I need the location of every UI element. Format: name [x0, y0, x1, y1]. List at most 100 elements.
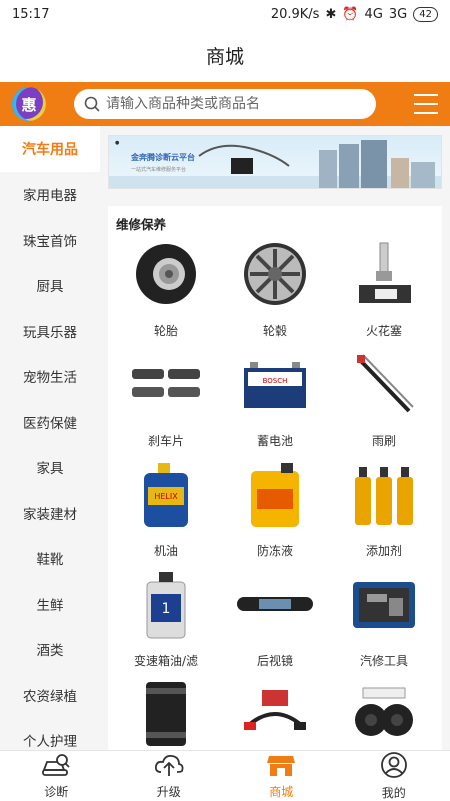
jumper-cable-icon: [235, 676, 315, 750]
search-box[interactable]: [74, 89, 376, 119]
section-title: 维修保养: [116, 214, 166, 233]
product-category-label: 添加剂: [366, 542, 402, 559]
search-bar: 惠: [0, 82, 450, 126]
sidebar-item-label: 个人护理: [23, 730, 77, 750]
product-category-item[interactable]: 添加剂: [330, 456, 438, 566]
tab-cloud-upgrade[interactable]: 升级: [113, 751, 226, 800]
product-category-label: 蓄电池: [257, 432, 293, 449]
additive-icon: [344, 456, 424, 532]
tab-diagnosis[interactable]: 诊断: [0, 751, 113, 800]
horn-icon: [344, 676, 424, 750]
product-category-label: 刹车片: [148, 432, 184, 449]
category-content: ● 金奔腾诊断云平台 一站式汽车维修服务平台 维修保养 轮胎 轮毂 火花塞刹车片 BO…: [100, 126, 450, 750]
sidebar-item-label: 宠物生活: [23, 366, 77, 386]
status-bar: 15:17 20.9K/s ✱ ⏰ 4G 3G 42: [0, 0, 450, 28]
sidebar-item-label: 玩具乐器: [23, 321, 77, 341]
product-category-label: 轮胎: [154, 322, 178, 339]
product-category-item[interactable]: 雨刷: [330, 346, 438, 456]
sidebar-item[interactable]: 汽车用品: [0, 126, 100, 172]
tab-store[interactable]: 商城: [225, 751, 338, 800]
product-category-label: 汽修工具: [360, 652, 408, 669]
sidebar-item[interactable]: 个人护理: [0, 718, 100, 751]
spark-plug-icon: [344, 236, 424, 312]
banner-logo: ●: [115, 140, 119, 146]
status-time: 15:17: [12, 7, 49, 22]
menu-icon[interactable]: [414, 94, 438, 114]
rearview-mirror-icon: [235, 566, 315, 642]
promo-badge-icon[interactable]: 惠: [12, 87, 46, 121]
sidebar-item[interactable]: 医药保健: [0, 399, 100, 445]
sidebar-item-label: 酒类: [37, 639, 64, 659]
tab-profile[interactable]: 我的: [338, 751, 450, 800]
tab-label: 诊断: [44, 783, 68, 800]
product-category-label: 机油: [154, 542, 178, 559]
sidebar-item[interactable]: 家装建材: [0, 490, 100, 536]
store-icon: [265, 752, 297, 781]
svg-text:1: 1: [162, 601, 171, 617]
page-title: 商城: [206, 42, 244, 69]
search-input[interactable]: [106, 96, 356, 112]
network-speed: 20.9K/s: [271, 7, 320, 22]
tab-label: 商城: [269, 783, 293, 800]
oil-filter-icon: [126, 676, 206, 750]
product-category-item[interactable]: BOSCH 蓄电池: [221, 346, 329, 456]
product-category-item[interactable]: 汽修工具: [330, 566, 438, 676]
product-category-item[interactable]: [330, 676, 438, 750]
product-category-item[interactable]: HELIX 机油: [112, 456, 220, 566]
category-sidebar: 汽车用品家用电器珠宝首饰厨具玩具乐器宠物生活医药保健家具家装建材鞋靴生鲜酒类农资…: [0, 126, 100, 750]
sidebar-item[interactable]: 厨具: [0, 263, 100, 309]
section-panel: 维修保养 轮胎 轮毂 火花塞刹车片 BOSCH 蓄电池 雨刷 HELIX 机油 防冻液 添加剂 1变…: [108, 206, 442, 750]
product-category-item[interactable]: 刹车片: [112, 346, 220, 456]
signal-4g: 4G: [365, 7, 383, 22]
product-category-item[interactable]: 后视镜: [221, 566, 329, 676]
sidebar-item-label: 厨具: [37, 275, 64, 295]
sidebar-item[interactable]: 玩具乐器: [0, 308, 100, 354]
product-category-label: 防冻液: [257, 542, 293, 559]
tire-icon: [126, 236, 206, 312]
page-header: 商城: [0, 28, 450, 82]
banner-subtext: 一站式汽车维修服务平台: [131, 166, 186, 173]
cloud-upgrade-icon: [153, 752, 185, 781]
bluetooth-icon: ✱: [325, 7, 336, 22]
product-category-item[interactable]: [112, 676, 220, 750]
sidebar-item-label: 家用电器: [23, 184, 77, 204]
product-category-label: 火花塞: [366, 322, 402, 339]
sidebar-item-label: 汽车用品: [22, 139, 78, 159]
tab-label: 我的: [382, 784, 406, 801]
brake-pad-icon: [126, 346, 206, 422]
alarm-icon: ⏰: [342, 7, 358, 22]
sidebar-item[interactable]: 农资绿植: [0, 672, 100, 718]
diagnosis-icon: [41, 752, 71, 781]
status-icons: 20.9K/s ✱ ⏰ 4G 3G 42: [271, 7, 438, 22]
antifreeze-icon: [235, 456, 315, 532]
sidebar-item[interactable]: 珠宝首饰: [0, 217, 100, 263]
battery-icon: BOSCH: [235, 346, 315, 422]
sidebar-item[interactable]: 家用电器: [0, 172, 100, 218]
sidebar-item-label: 农资绿植: [23, 685, 77, 705]
product-category-label: 后视镜: [257, 652, 293, 669]
sidebar-item-label: 珠宝首饰: [23, 230, 77, 250]
wiper-icon: [344, 346, 424, 422]
svg-text:HELIX: HELIX: [154, 492, 178, 501]
product-category-item[interactable]: [221, 676, 329, 750]
product-category-item[interactable]: 防冻液: [221, 456, 329, 566]
banner-headline: 金奔腾诊断云平台: [131, 152, 195, 163]
product-category-item[interactable]: 轮毂: [221, 236, 329, 346]
battery-indicator: 42: [413, 7, 438, 22]
sidebar-item-label: 鞋靴: [37, 548, 64, 568]
sidebar-item[interactable]: 酒类: [0, 627, 100, 673]
product-category-item[interactable]: 1变速箱油/滤: [112, 566, 220, 676]
tab-label: 升级: [157, 783, 181, 800]
sidebar-item[interactable]: 鞋靴: [0, 536, 100, 582]
search-icon: [84, 96, 100, 112]
sidebar-item[interactable]: 宠物生活: [0, 354, 100, 400]
product-category-item[interactable]: 轮胎: [112, 236, 220, 346]
sidebar-item[interactable]: 家具: [0, 445, 100, 491]
product-category-label: 轮毂: [263, 322, 287, 339]
sidebar-item-label: 生鲜: [37, 594, 64, 614]
wheel-rim-icon: [235, 236, 315, 312]
product-category-item[interactable]: 火花塞: [330, 236, 438, 346]
sidebar-item-label: 家装建材: [23, 503, 77, 523]
sidebar-item[interactable]: 生鲜: [0, 581, 100, 627]
promo-banner[interactable]: ● 金奔腾诊断云平台 一站式汽车维修服务平台: [108, 135, 442, 189]
